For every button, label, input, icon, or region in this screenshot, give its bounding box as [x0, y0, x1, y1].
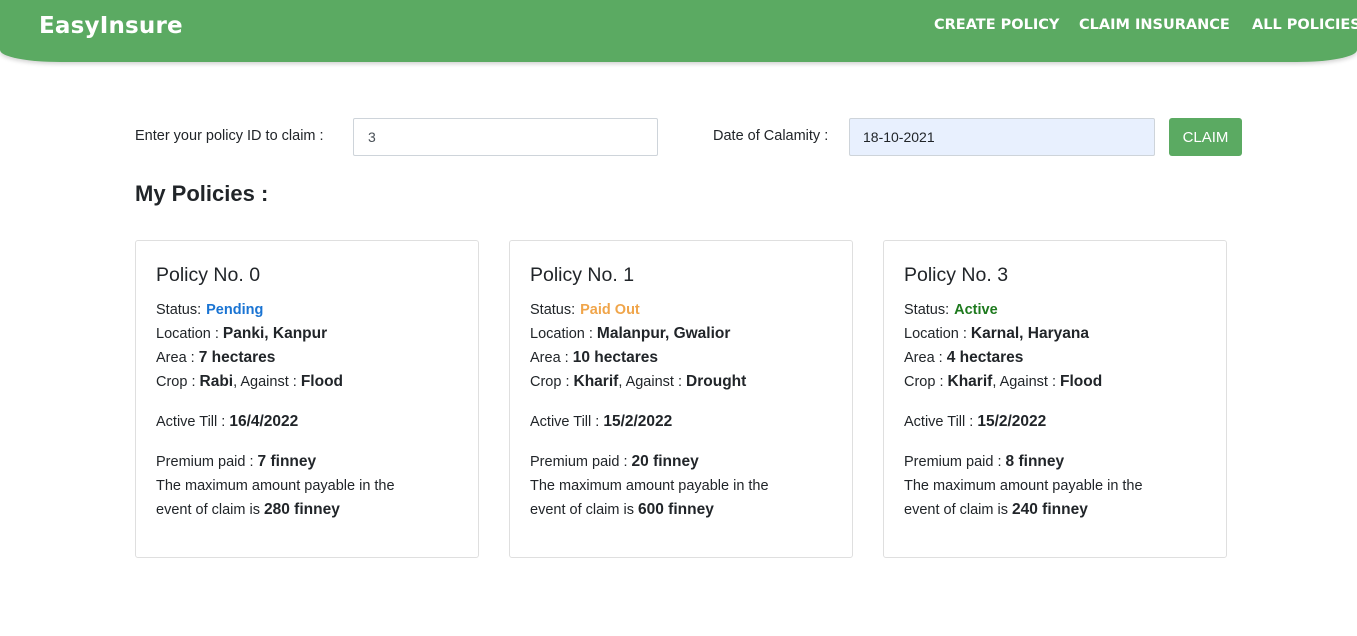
location-label: Location : — [904, 326, 971, 342]
top-navbar: EasyInsure CREATE POLICY CLAIM INSURANCE… — [0, 0, 1357, 62]
area-line: Area : 10 hectares — [530, 346, 832, 370]
active-till-label: Active Till : — [904, 414, 978, 430]
area-label: Area : — [904, 350, 947, 366]
policy-title: Policy No. 1 — [530, 264, 635, 286]
location-value: Panki, Kanpur — [222, 325, 328, 342]
against-value: Drought — [686, 373, 747, 390]
active-till-value: 16/4/2022 — [229, 413, 299, 430]
location-line: Location : Karnal, Haryana — [904, 322, 1206, 346]
status-line: Status: Pending — [156, 298, 458, 322]
policy-card: Policy No. 0 Status: Pending Location : P… — [135, 240, 479, 558]
policy-title: Policy No. 3 — [904, 264, 1009, 286]
location-label: Location : — [156, 326, 223, 342]
max-amount-line: event of claim is 240 finney — [904, 498, 1206, 522]
location-value: Malanpur, Gwalior — [596, 325, 731, 342]
policy-card: Policy No. 1 Status: Paid Out Location : … — [509, 240, 853, 558]
active-till-label: Active Till : — [530, 414, 604, 430]
max-amount-value: 280 finney — [264, 501, 340, 518]
status-badge: Pending — [206, 302, 264, 318]
crop-value: Rabi — [199, 373, 234, 390]
nav-create-policy[interactable]: CREATE POLICY — [934, 17, 1059, 33]
policy-title: Policy No. 0 — [156, 264, 261, 286]
event-claim-label: event of claim is — [156, 502, 264, 518]
status-line: Status: Active — [904, 298, 1206, 322]
area-line: Area : 4 hectares — [904, 346, 1206, 370]
event-claim-label: event of claim is — [904, 502, 1012, 518]
max-amount-value: 240 finney — [1012, 501, 1088, 518]
against-label: , Against : — [992, 374, 1061, 390]
premium-value: 8 finney — [1005, 453, 1065, 470]
status-label: Status: — [156, 302, 202, 318]
location-value: Karnal, Haryana — [970, 325, 1089, 342]
active-till-line: Active Till : 15/2/2022 — [904, 410, 1206, 434]
calamity-date-input[interactable] — [849, 118, 1155, 156]
calamity-date-label: Date of Calamity : — [713, 128, 829, 144]
active-till-line: Active Till : 15/2/2022 — [530, 410, 832, 434]
brand-logo[interactable]: EasyInsure — [39, 13, 183, 39]
against-label: , Against : — [618, 374, 687, 390]
max-payable-text: The maximum amount payable in the — [904, 478, 1143, 494]
active-till-label: Active Till : — [156, 414, 230, 430]
section-title: My Policies : — [135, 181, 269, 206]
area-label: Area : — [530, 350, 573, 366]
crop-label: Crop : — [156, 374, 200, 390]
active-till-value: 15/2/2022 — [977, 413, 1047, 430]
policy-id-label: Enter your policy ID to claim : — [135, 128, 324, 144]
area-value: 4 hectares — [946, 349, 1024, 366]
premium-line: Premium paid : 20 finney — [530, 450, 832, 474]
location-line: Location : Malanpur, Gwalior — [530, 322, 832, 346]
crop-label: Crop : — [904, 374, 948, 390]
against-value: Flood — [1060, 373, 1103, 390]
crop-value: Kharif — [947, 373, 993, 390]
claim-button[interactable]: CLAIM — [1169, 118, 1242, 156]
area-value: 7 hectares — [198, 349, 276, 366]
status-label: Status: — [530, 302, 576, 318]
nav-all-policies[interactable]: ALL POLICIES — [1252, 17, 1357, 33]
premium-label: Premium paid : — [530, 454, 632, 470]
crop-line: Crop : Kharif, Against : Flood — [904, 370, 1206, 394]
max-payable-text: The maximum amount payable in the — [156, 478, 395, 494]
against-label: , Against : — [233, 374, 301, 390]
status-line: Status: Paid Out — [530, 298, 832, 322]
premium-line: Premium paid : 8 finney — [904, 450, 1206, 474]
crop-line: Crop : Kharif, Against : Drought — [530, 370, 832, 394]
premium-value: 20 finney — [631, 453, 699, 470]
active-till-value: 15/2/2022 — [603, 413, 673, 430]
crop-label: Crop : — [530, 374, 574, 390]
status-badge: Active — [954, 302, 998, 318]
status-label: Status: — [904, 302, 950, 318]
nav-claim-insurance[interactable]: CLAIM INSURANCE — [1079, 17, 1230, 33]
location-label: Location : — [530, 326, 597, 342]
area-label: Area : — [156, 350, 199, 366]
premium-value: 7 finney — [257, 453, 317, 470]
max-amount-line: event of claim is 280 finney — [156, 498, 458, 522]
location-line: Location : Panki, Kanpur — [156, 322, 458, 346]
status-badge: Paid Out — [580, 302, 640, 318]
policy-id-input[interactable] — [353, 118, 658, 156]
against-value: Flood — [300, 373, 344, 390]
event-claim-label: event of claim is — [530, 502, 638, 518]
max-amount-value: 600 finney — [638, 501, 714, 518]
premium-line: Premium paid : 7 finney — [156, 450, 458, 474]
policy-card: Policy No. 3 Status: Active Location : Ka… — [883, 240, 1227, 558]
area-line: Area : 7 hectares — [156, 346, 458, 370]
max-payable-text: The maximum amount payable in the — [530, 478, 769, 494]
crop-value: Kharif — [573, 373, 619, 390]
premium-label: Premium paid : — [904, 454, 1006, 470]
area-value: 10 hectares — [572, 349, 659, 366]
premium-label: Premium paid : — [156, 454, 258, 470]
active-till-line: Active Till : 16/4/2022 — [156, 410, 458, 434]
crop-line: Crop : Rabi, Against : Flood — [156, 370, 458, 394]
max-amount-line: event of claim is 600 finney — [530, 498, 832, 522]
